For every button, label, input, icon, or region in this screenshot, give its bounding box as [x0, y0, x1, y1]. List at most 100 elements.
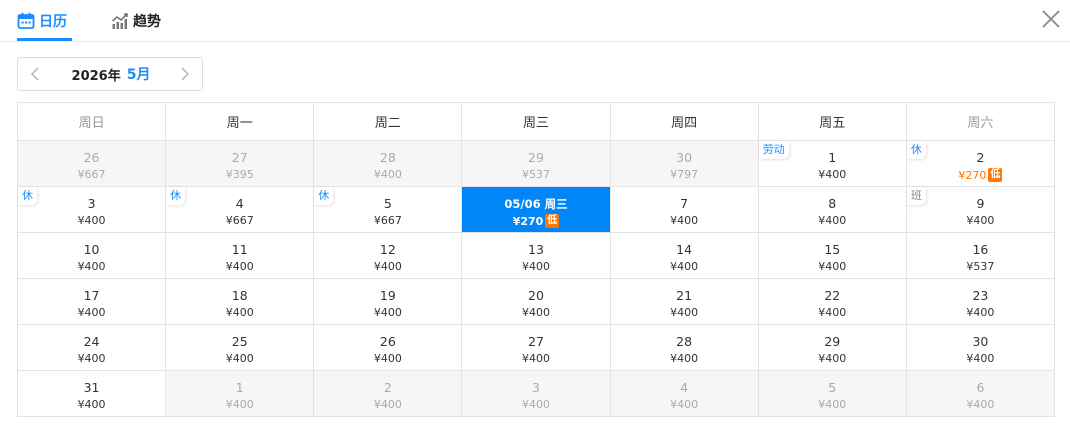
day-cell[interactable]: 18 ¥400: [166, 279, 315, 325]
price-value: ¥400: [225, 260, 254, 273]
day-cell[interactable]: 12 ¥400: [314, 233, 463, 279]
day-number: 23: [972, 288, 989, 303]
price-value: ¥400: [373, 260, 402, 273]
selected-day-cell[interactable]: 05/06 周三 ¥270 低: [462, 187, 611, 233]
day-price: ¥400: [314, 306, 461, 319]
day-cell[interactable]: 19 ¥400: [314, 279, 463, 325]
price-value: ¥537: [521, 168, 550, 181]
weekday-header-cell: 周一: [166, 103, 315, 141]
day-cell[interactable]: 27 ¥400: [462, 325, 611, 371]
price-value: ¥395: [225, 168, 254, 181]
day-number: 4: [680, 380, 689, 395]
day-cell[interactable]: 27 ¥395: [166, 141, 315, 187]
day-number: 26: [379, 334, 396, 349]
day-number: 21: [676, 288, 693, 303]
day-cell[interactable]: 休 2 ¥270 低: [906, 141, 1055, 187]
day-cell[interactable]: 休 5 ¥667: [314, 187, 463, 233]
day-cell[interactable]: 28 ¥400: [314, 141, 463, 187]
day-cell[interactable]: 15 ¥400: [758, 233, 907, 279]
chevron-left-icon: [30, 67, 39, 81]
day-number: 5: [828, 380, 837, 395]
day-cell[interactable]: 3 ¥400: [462, 371, 611, 417]
price-value: ¥667: [373, 214, 402, 227]
day-number: 8: [828, 196, 837, 211]
day-price: ¥400: [462, 260, 609, 273]
next-month-button[interactable]: [176, 66, 192, 82]
weekday-header: 周日 周一 周二 周三 周四 周五 周六: [18, 103, 1055, 141]
price-value: ¥400: [77, 260, 106, 273]
price-value: ¥400: [670, 260, 699, 273]
day-number: 25: [231, 334, 248, 349]
price-value: ¥400: [818, 398, 847, 411]
day-cell[interactable]: 休 4 ¥667: [166, 187, 315, 233]
calendar-week-row: 10 ¥400 11 ¥400 12 ¥400 13 ¥400 14 ¥400 15 ¥400 16 ¥5…: [18, 233, 1055, 279]
price-value: ¥400: [373, 352, 402, 365]
day-cell[interactable]: 6 ¥400: [906, 371, 1055, 417]
day-price: ¥400: [462, 352, 609, 365]
day-cell[interactable]: 8 ¥400: [758, 187, 907, 233]
calendar-week-row: 24 ¥400 25 ¥400 26 ¥400 27 ¥400 28 ¥400 29 ¥400 30 ¥4…: [18, 325, 1055, 371]
day-price: ¥400: [759, 168, 906, 181]
day-cell[interactable]: 30 ¥400: [906, 325, 1055, 371]
day-cell[interactable]: 17 ¥400: [18, 279, 167, 325]
calendar-week-row: 休 3 ¥400 休 4 ¥667 休 5 ¥667 05/06 周三 ¥270 低 7 ¥400 8 ¥40…: [18, 187, 1055, 233]
day-cell[interactable]: 23 ¥400: [906, 279, 1055, 325]
calendar-icon: [17, 12, 35, 29]
day-cell[interactable]: 11 ¥400: [166, 233, 315, 279]
day-price: ¥400: [18, 306, 165, 319]
day-cell[interactable]: 22 ¥400: [758, 279, 907, 325]
day-cell[interactable]: 21 ¥400: [610, 279, 759, 325]
day-cell[interactable]: 13 ¥400: [462, 233, 611, 279]
day-number: 11: [231, 242, 248, 257]
calendar-grid: 周日 周一 周二 周三 周四 周五 周六 26 ¥667 27 ¥395 28 ¥400 29 ¥537 3…: [17, 102, 1055, 417]
day-cell[interactable]: 劳动 1 ¥400: [758, 141, 907, 187]
calendar-week-row: 31 ¥400 1 ¥400 2 ¥400 3 ¥400 4 ¥400 5 ¥400 6 ¥400: [18, 371, 1055, 417]
calendar-week-row: 17 ¥400 18 ¥400 19 ¥400 20 ¥400 21 ¥400 22 ¥400 23 ¥4…: [18, 279, 1055, 325]
day-cell[interactable]: 16 ¥537: [906, 233, 1055, 279]
day-cell[interactable]: 7 ¥400: [610, 187, 759, 233]
prev-month-button[interactable]: [28, 66, 44, 82]
day-cell[interactable]: 5 ¥400: [758, 371, 907, 417]
day-price: ¥400: [18, 352, 165, 365]
day-cell[interactable]: 28 ¥400: [610, 325, 759, 371]
day-cell[interactable]: 26 ¥667: [18, 141, 167, 187]
day-cell[interactable]: 29 ¥400: [758, 325, 907, 371]
day-number: 29: [824, 334, 841, 349]
day-price: ¥400: [18, 398, 165, 411]
price-value: ¥400: [818, 352, 847, 365]
day-cell[interactable]: 10 ¥400: [18, 233, 167, 279]
day-cell[interactable]: 25 ¥400: [166, 325, 315, 371]
price-value: ¥400: [818, 306, 847, 319]
day-cell[interactable]: 1 ¥400: [166, 371, 315, 417]
price-value: ¥400: [77, 352, 106, 365]
chevron-right-icon: [181, 67, 190, 81]
day-number: 16: [972, 242, 989, 257]
day-number: 4: [235, 196, 244, 211]
day-cell[interactable]: 31 ¥400: [18, 371, 167, 417]
day-cell[interactable]: 30 ¥797: [610, 141, 759, 187]
close-button[interactable]: [1040, 8, 1062, 30]
day-cell[interactable]: 4 ¥400: [610, 371, 759, 417]
day-price: ¥400: [166, 352, 313, 365]
price-value: ¥400: [521, 398, 550, 411]
day-cell[interactable]: 休 3 ¥400: [18, 187, 167, 233]
tab-calendar[interactable]: 日历: [17, 0, 67, 42]
day-cell[interactable]: 20 ¥400: [462, 279, 611, 325]
price-value: ¥270: [958, 168, 987, 182]
day-price: ¥400: [166, 306, 313, 319]
day-price: ¥400: [314, 260, 461, 273]
day-cell[interactable]: 14 ¥400: [610, 233, 759, 279]
day-number: 7: [680, 196, 689, 211]
day-cell[interactable]: 26 ¥400: [314, 325, 463, 371]
day-price: ¥400: [18, 214, 165, 227]
year-label: 2026年: [71, 68, 121, 84]
day-cell[interactable]: 班 9 ¥400: [906, 187, 1055, 233]
day-number: 5: [383, 196, 392, 211]
day-cell[interactable]: 24 ¥400: [18, 325, 167, 371]
tab-trend[interactable]: 趋势: [111, 0, 161, 42]
day-price: ¥400: [611, 398, 758, 411]
day-cell[interactable]: 29 ¥537: [462, 141, 611, 187]
weekday-header-cell: 周二: [314, 103, 463, 141]
day-cell[interactable]: 2 ¥400: [314, 371, 463, 417]
day-price: ¥400: [314, 168, 461, 181]
